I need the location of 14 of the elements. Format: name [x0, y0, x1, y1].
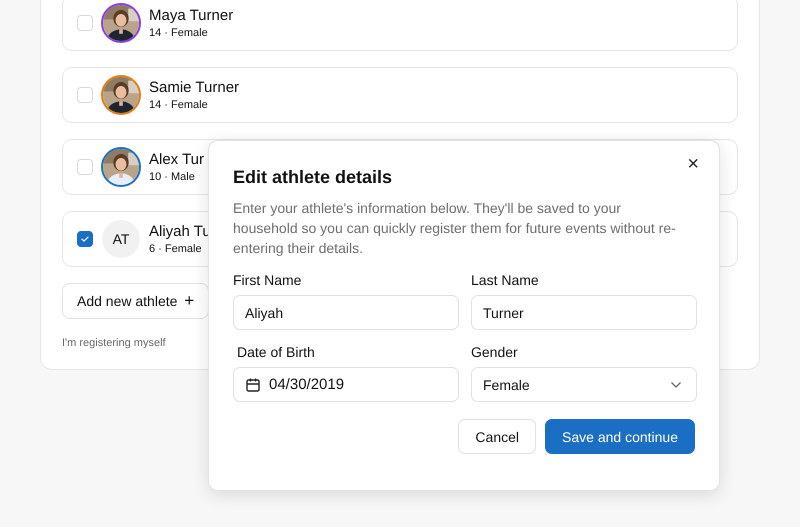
athlete-details: 6 · Female [149, 243, 203, 255]
athlete-details: 14 · Female [149, 27, 209, 39]
field-label: Gender [471, 344, 519, 360]
athlete-details: 14 · Female [149, 99, 209, 111]
athlete-details: 10 · Male [149, 171, 196, 183]
athlete-name: Maya Turner [149, 7, 234, 24]
field-label: Last Name [471, 272, 540, 288]
athlete-name: Alex Tur [149, 151, 204, 168]
field-label: Date of Birth [236, 344, 316, 360]
dialog-description: Enter your athlete's information below. They'll be saved to your household so you can quickly register them for future events without re-entering their details. [233, 199, 677, 258]
avatar: AT [102, 220, 140, 258]
athlete-name: Samie Turner [149, 79, 240, 96]
field-label: First Name [233, 272, 302, 288]
dialog-title: Edit athlete details [233, 167, 394, 188]
